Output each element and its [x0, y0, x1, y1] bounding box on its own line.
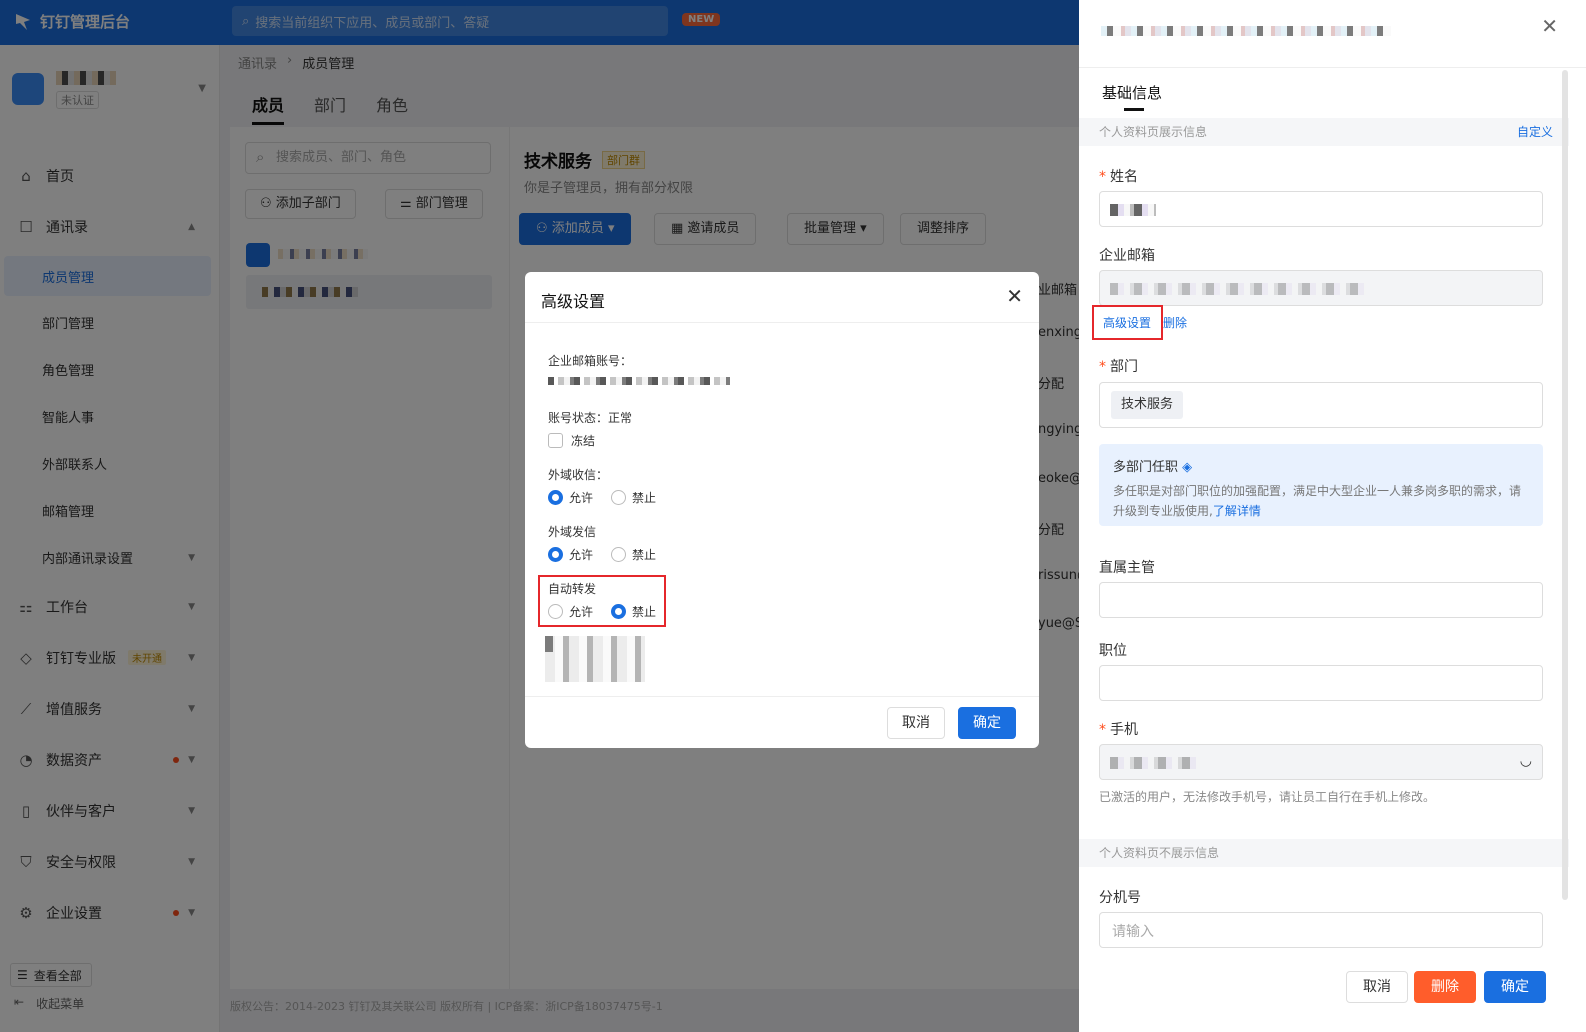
eye-closed-icon[interactable]: ◡ [1520, 753, 1532, 769]
learn-more-link[interactable]: 了解详情 [1213, 504, 1261, 518]
phone-hint: 已激活的用户，无法修改手机号，请让员工自行在手机上修改。 [1099, 790, 1436, 804]
ext-send-radio-group: 允许 禁止 [548, 546, 656, 563]
highlight-box [1092, 305, 1163, 340]
modal-confirm-button[interactable]: 确定 [958, 707, 1016, 739]
highlight-box [538, 575, 666, 627]
multi-dept-title: 多部门任职 ◈ [1113, 460, 1193, 475]
multi-dept-notice: 多部门任职 ◈ 多任职是对部门职位的加强配置，满足中大型企业一人兼多岗多职的需求… [1099, 444, 1543, 526]
drawer-header: ✕ [1079, 0, 1586, 68]
multi-dept-desc: 多任职是对部门职位的加强配置，满足中大型企业一人兼多岗多职的需求，请升级到专业版… [1113, 484, 1522, 518]
section-header-shown: 个人资料页展示信息 自定义 [1079, 118, 1569, 146]
dept-label: * 部门 [1099, 359, 1138, 375]
phone-label: * 手机 [1099, 722, 1138, 738]
ext-receive-label: 外域收信： [548, 468, 609, 482]
ext-receive-radio-group: 允许 禁止 [548, 489, 656, 506]
ext-send-deny-radio[interactable]: 禁止 [611, 546, 656, 563]
customize-link[interactable]: 自定义 [1517, 118, 1553, 146]
ext-receive-allow-radio[interactable]: 允许 [548, 489, 593, 506]
advanced-settings-modal: 高级设置 ✕ 企业邮箱账号： 账号状态：正常 冻结 外域收信： 允许 禁止 外域… [525, 272, 1039, 748]
redacted-text [548, 377, 730, 385]
close-icon[interactable]: ✕ [1541, 14, 1558, 38]
extension-field[interactable]: 请输入 [1099, 912, 1543, 948]
drawer-confirm-button[interactable]: 确定 [1484, 971, 1546, 1003]
redacted-text [1110, 283, 1366, 295]
tab-basic-info[interactable]: 基础信息 [1102, 82, 1162, 111]
redacted-image [545, 636, 645, 682]
freeze-checkbox[interactable]: 冻结 [548, 432, 595, 449]
account-status-label: 账号状态：正常 [548, 411, 633, 425]
redacted-text [1110, 757, 1200, 769]
ext-receive-deny-radio[interactable]: 禁止 [611, 489, 656, 506]
drawer-scrollbar[interactable] [1562, 70, 1568, 900]
manager-label: 直属主管 [1099, 560, 1155, 576]
modal-cancel-button[interactable]: 取消 [887, 707, 945, 739]
modal-footer: 取消 确定 [525, 696, 1039, 748]
member-detail-drawer: ✕ 基础信息 个人资料页展示信息 自定义 * 姓名 企业邮箱 高级设置 删除 * 部门… [1079, 0, 1586, 1032]
ext-send-label: 外域发信 [548, 525, 597, 539]
email-field [1099, 270, 1543, 306]
modal-header: 高级设置 ✕ [525, 272, 1039, 323]
position-label: 职位 [1099, 643, 1127, 659]
delete-email-link[interactable]: 删除 [1163, 314, 1187, 331]
position-field[interactable] [1099, 665, 1543, 701]
section-header-hidden: 个人资料页不展示信息 [1079, 839, 1569, 867]
dept-chip[interactable]: 技术服务 [1111, 391, 1184, 419]
modal-title: 高级设置 [541, 292, 606, 311]
manager-field[interactable] [1099, 582, 1543, 618]
phone-field: ◡ [1099, 744, 1543, 780]
email-label: 企业邮箱 [1099, 248, 1155, 264]
diamond-icon: ◈ [1182, 460, 1193, 475]
name-label: * 姓名 [1099, 169, 1138, 185]
extension-placeholder: 请输入 [1112, 924, 1154, 940]
drawer-cancel-button[interactable]: 取消 [1346, 971, 1408, 1003]
email-account-label: 企业邮箱账号： [548, 354, 633, 368]
drawer-delete-button[interactable]: 删除 [1414, 971, 1476, 1003]
redacted-text [1110, 204, 1156, 216]
ext-send-allow-radio[interactable]: 允许 [548, 546, 593, 563]
extension-label: 分机号 [1099, 890, 1141, 906]
close-icon[interactable]: ✕ [1006, 284, 1023, 308]
redacted-text [1101, 26, 1391, 36]
name-field[interactable] [1099, 191, 1543, 227]
